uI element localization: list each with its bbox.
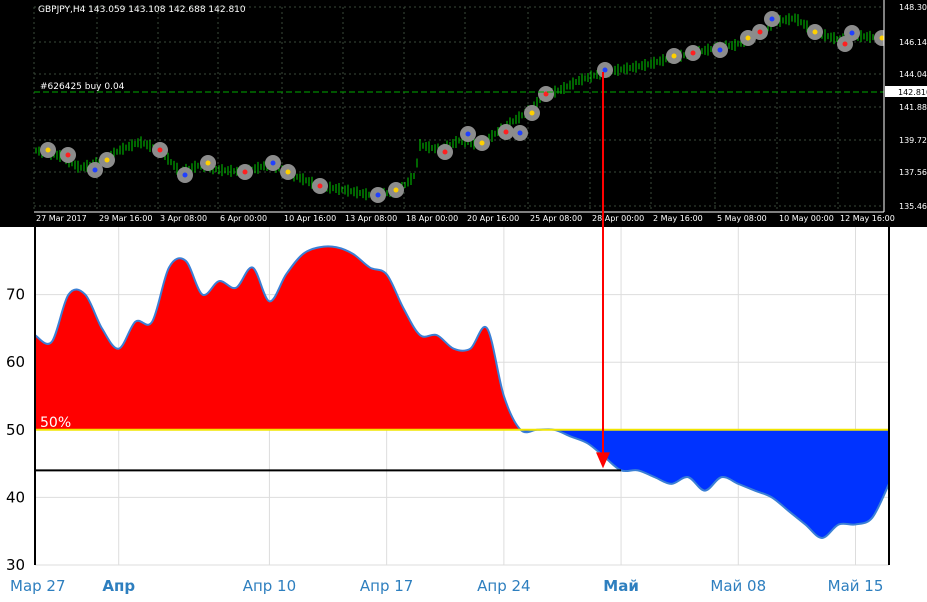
y-tick-label: 60 (6, 353, 25, 371)
price-tick-label: 141.880 (899, 103, 927, 112)
price-chart-svg: GBPJPY,H4 143.059 143.108 142.688 142.81… (33, 0, 927, 227)
current-price-label: 142.810 (898, 88, 927, 97)
time-tick-label: 2 May 16:00 (653, 214, 703, 223)
trade-marker-dot (503, 129, 509, 135)
time-axis-ticks: 27 Mar 2017 29 Mar 16:00 3 Apr 08:00 6 Apr … (36, 214, 895, 223)
y-tick-label: 70 (6, 286, 25, 304)
time-tick-label: 10 Apr 16:00 (284, 214, 336, 223)
trade-marker-dot (465, 131, 471, 137)
trade-marker-dot (529, 110, 535, 116)
time-tick-label: 3 Apr 08:00 (160, 214, 207, 223)
trade-marker-dot (671, 53, 677, 59)
trade-marker-dot (45, 147, 51, 153)
trade-marker-dot (769, 16, 775, 22)
trade-marker-dot (92, 167, 98, 173)
time-tick-label: 27 Mar 2017 (36, 214, 87, 223)
time-tick-label: 12 May 16:00 (840, 214, 895, 223)
order-label: #626425 buy 0.04 (40, 82, 125, 92)
trade-marker-dot (182, 172, 188, 178)
time-tick-label: 18 Apr 00:00 (406, 214, 458, 223)
x-axis-ticks: Мар 27 Апр Апр 10 Апр 17 Апр 24 Май Май 08 Май … (10, 577, 883, 595)
trade-marker-dot (812, 29, 818, 35)
y-tick-label: 30 (6, 556, 25, 574)
y-axis-ticks: 30 40 50 60 70 (6, 286, 25, 574)
time-tick-label: 5 May 08:00 (717, 214, 767, 223)
trade-marker-dot (375, 192, 381, 198)
trade-marker-dot (317, 183, 323, 189)
time-tick-label: 10 May 00:00 (779, 214, 834, 223)
price-tick-label: 146.140 (899, 38, 927, 47)
trade-marker-dot (393, 187, 399, 193)
trade-marker-dot (205, 160, 211, 166)
sentiment-chart-panel: 50% 30 40 50 60 70 Мар 27 Апр Апр 10 Апр 17 Апр … (0, 227, 927, 597)
trade-marker-dot (104, 157, 110, 163)
trade-marker-dot (65, 152, 71, 158)
time-tick-label: 29 Mar 16:00 (99, 214, 152, 223)
x-tick-label: Апр (102, 577, 135, 595)
x-tick-label: Май 15 (828, 577, 884, 595)
trade-marker-dot (842, 41, 848, 47)
x-tick-label: Май (603, 577, 639, 595)
trade-marker-dot (285, 169, 291, 175)
time-tick-label: 20 Apr 16:00 (467, 214, 519, 223)
trade-marker-dot (849, 30, 855, 36)
x-tick-label: Апр 24 (477, 577, 530, 595)
time-tick-label: 28 Apr 00:00 (592, 214, 644, 223)
trade-marker-dot (602, 67, 608, 73)
x-tick-label: Апр 17 (360, 577, 413, 595)
price-tick-label: 139.720 (899, 136, 927, 145)
price-chart-panel: GBPJPY,H4 143.059 143.108 142.688 142.81… (0, 0, 927, 227)
trade-marker-dot (442, 149, 448, 155)
trade-marker-dot (479, 140, 485, 146)
x-tick-label: Мар 27 (10, 577, 66, 595)
trade-marker-dot (690, 50, 696, 56)
trade-marker-dot (157, 147, 163, 153)
price-tick-label: 135.460 (899, 202, 927, 211)
x-tick-label: Май 08 (710, 577, 766, 595)
trade-marker-dot (745, 35, 751, 41)
trade-marker-dot (517, 130, 523, 136)
x-tick-label: Апр 10 (243, 577, 296, 595)
time-tick-label: 25 Apr 08:00 (530, 214, 582, 223)
area-above-baseline (35, 246, 889, 430)
trade-marker-dot (270, 160, 276, 166)
y-tick-label: 50 (6, 421, 25, 439)
price-tick-label: 148.300 (899, 3, 927, 12)
symbol-line: GBPJPY,H4 143.059 143.108 142.688 142.81… (38, 5, 246, 15)
price-axis (884, 0, 927, 227)
trade-marker-dot (717, 47, 723, 53)
baseline-label: 50% (40, 415, 71, 431)
time-tick-label: 6 Apr 00:00 (220, 214, 267, 223)
price-tick-label: 144.040 (899, 70, 927, 79)
trade-marker-dot (242, 169, 248, 175)
y-tick-label: 40 (6, 488, 25, 506)
time-tick-label: 13 Apr 08:00 (345, 214, 397, 223)
sentiment-chart-svg: 50% 30 40 50 60 70 Мар 27 Апр Апр 10 Апр 17 Апр … (6, 227, 890, 595)
trade-marker-dot (757, 29, 763, 35)
price-tick-label: 137.560 (899, 168, 927, 177)
